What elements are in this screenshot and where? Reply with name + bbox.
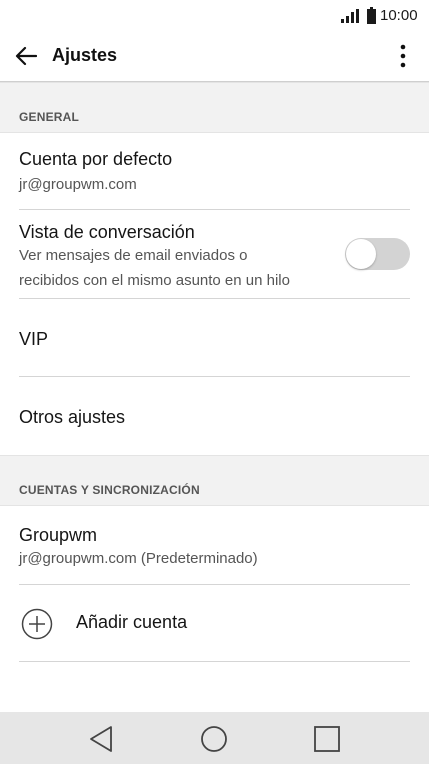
status-time: 10:00 bbox=[380, 7, 418, 24]
account-row-groupwm[interactable]: Groupwm jr@groupwm.com (Predeterminado) bbox=[0, 505, 429, 584]
section-header-general: GENERAL bbox=[0, 82, 429, 133]
vip-row[interactable]: VIP bbox=[0, 299, 429, 376]
section-header-label: CUENTAS Y SINCRONIZACIÓN bbox=[19, 483, 200, 497]
account-subtitle: jr@groupwm.com (Predeterminado) bbox=[19, 550, 258, 567]
arrow-left-icon[interactable] bbox=[15, 46, 37, 66]
other-settings-row[interactable]: Otros ajustes bbox=[0, 377, 429, 455]
default-account-row[interactable]: Cuenta por defecto jr@groupwm.com bbox=[0, 132, 429, 210]
app-bar: Ajustes bbox=[0, 33, 429, 82]
other-settings-title: Otros ajustes bbox=[19, 407, 126, 427]
conversation-view-subtitle-line1: Ver mensajes de email enviados o bbox=[19, 247, 248, 264]
plus-circle-icon bbox=[21, 608, 53, 640]
page-title: Ajustes bbox=[52, 45, 118, 65]
triangle-back-icon[interactable] bbox=[87, 724, 117, 754]
square-recents-icon[interactable] bbox=[312, 724, 342, 754]
conversation-view-toggle[interactable] bbox=[345, 238, 410, 270]
more-vertical-icon[interactable] bbox=[393, 41, 413, 71]
signal-icon bbox=[341, 9, 359, 23]
battery-icon bbox=[367, 7, 376, 24]
default-account-title: Cuenta por defecto bbox=[19, 149, 173, 169]
navigation-bar bbox=[0, 712, 429, 764]
conversation-view-subtitle-line2: recibidos con el mismo asunto en un hilo bbox=[19, 272, 290, 289]
circle-home-icon[interactable] bbox=[199, 724, 229, 754]
add-account-label: Añadir cuenta bbox=[76, 612, 188, 632]
account-title: Groupwm bbox=[19, 525, 98, 545]
conversation-view-title: Vista de conversación bbox=[19, 222, 195, 242]
status-bar: 10:00 bbox=[0, 0, 429, 33]
divider bbox=[19, 661, 410, 662]
section-header-label: GENERAL bbox=[19, 110, 80, 124]
add-account-row[interactable]: Añadir cuenta bbox=[0, 585, 429, 661]
toggle-knob bbox=[346, 239, 376, 269]
section-header-accounts: CUENTAS Y SINCRONIZACIÓN bbox=[0, 455, 429, 506]
vip-title: VIP bbox=[19, 329, 49, 349]
default-account-subtitle: jr@groupwm.com bbox=[19, 176, 137, 193]
